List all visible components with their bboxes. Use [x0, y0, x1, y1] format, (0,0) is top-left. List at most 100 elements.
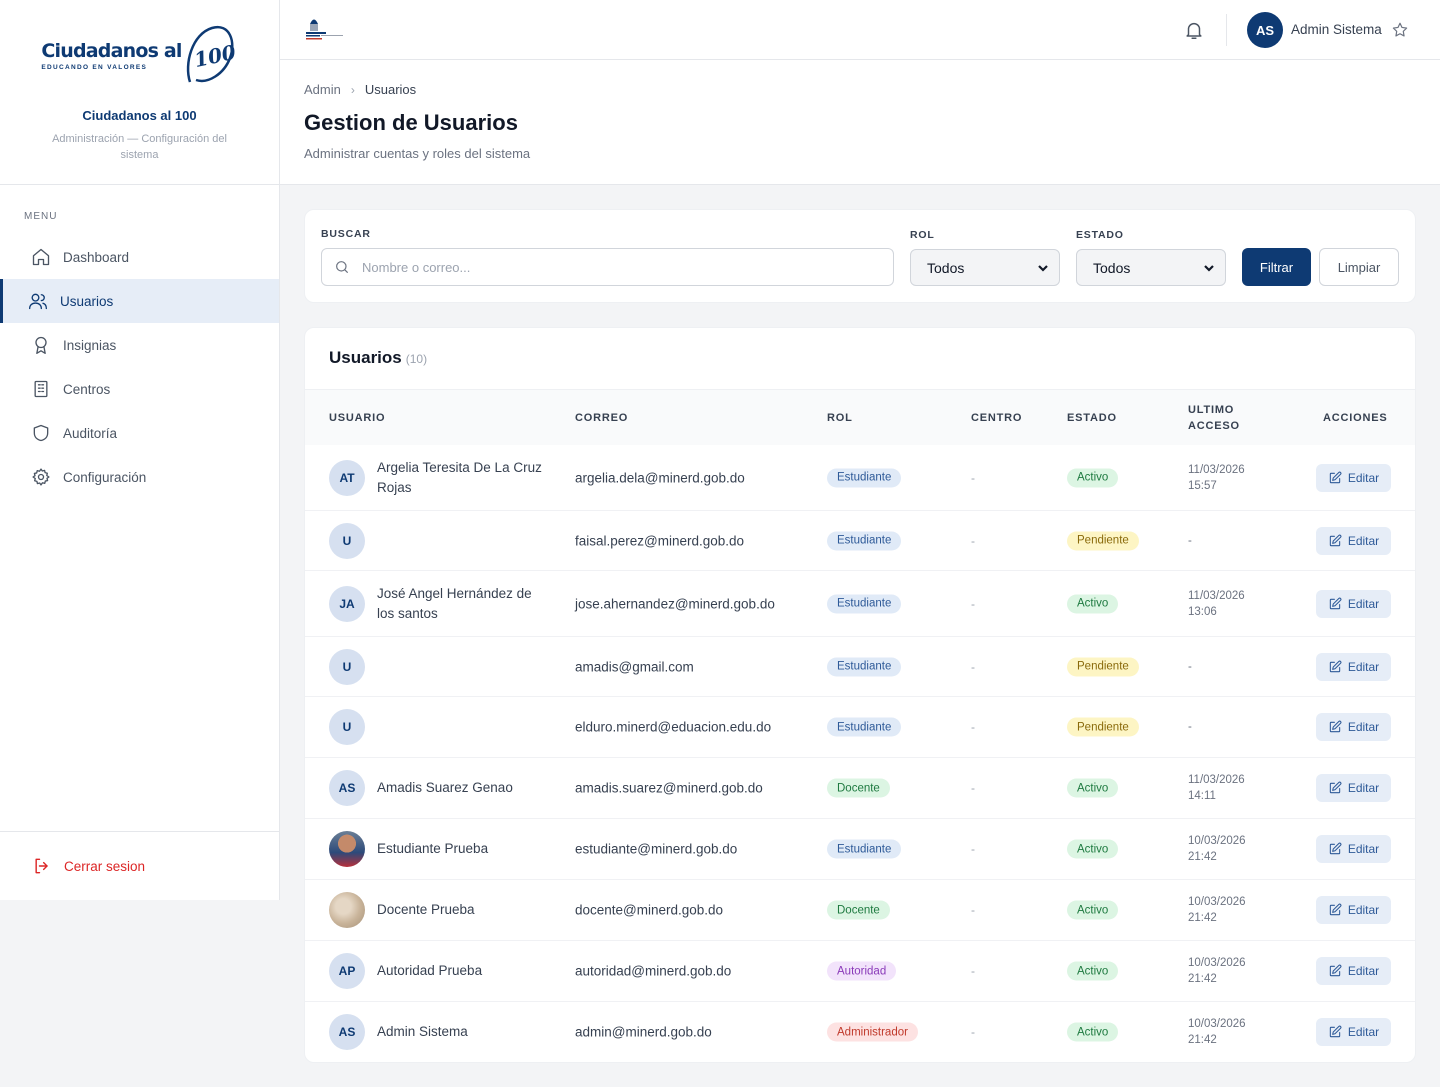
- user-email: faisal.perez@minerd.gob.do: [575, 533, 745, 548]
- user-centro: -: [971, 1025, 975, 1039]
- search-input[interactable]: [362, 259, 862, 275]
- role-badge: Estudiante: [827, 839, 902, 859]
- search-icon: [336, 261, 348, 273]
- table-row: Uelduro.minerd@eduacion.edu.do Estudiante…: [305, 697, 1415, 758]
- edit-icon: [1329, 471, 1342, 483]
- filters-card: BUSCAR ROL Todos ESTADO Todos Filtrar Li…: [304, 209, 1416, 303]
- role-badge: Docente: [827, 778, 890, 798]
- user-avatar-photo: [329, 831, 365, 867]
- logout-icon: [35, 858, 48, 874]
- estado-label: ESTADO: [1076, 229, 1124, 241]
- breadcrumb-admin[interactable]: Admin: [304, 82, 341, 97]
- edit-button[interactable]: Editar: [1316, 835, 1391, 863]
- user-name: Estudiante Prueba: [377, 841, 489, 856]
- edit-button[interactable]: Editar: [1316, 774, 1391, 802]
- user-centro: -: [971, 842, 975, 856]
- filter-button[interactable]: Filtrar: [1242, 248, 1311, 286]
- table-row: Docente Prueba docente@minerd.gob.do Docen…: [305, 880, 1415, 941]
- sidebar-item-centros[interactable]: Centros: [0, 367, 279, 411]
- user-email: docente@minerd.gob.do: [575, 902, 724, 918]
- user-name: Autoridad Prueba: [377, 963, 483, 978]
- search-field[interactable]: [321, 248, 894, 286]
- column-header-rol: ROL: [827, 412, 853, 424]
- sidebar-item-dashboard[interactable]: Dashboard: [0, 235, 279, 279]
- edit-icon: [1329, 1025, 1342, 1038]
- user-avatar[interactable]: AS: [1247, 12, 1283, 48]
- role-badge: Estudiante: [827, 531, 902, 550]
- user-name: José Angel Hernández de los santos: [377, 585, 532, 621]
- user-name: Docente Prueba: [377, 902, 475, 917]
- badge-icon: [35, 336, 47, 354]
- user-avatar-photo: [329, 892, 365, 928]
- ministry-seal-logo: [306, 19, 343, 40]
- edit-button[interactable]: Editar: [1316, 463, 1391, 492]
- user-email: jose.ahernandez@minerd.gob.do: [575, 596, 775, 611]
- logout-button[interactable]: Cerrar sesion: [0, 831, 279, 900]
- edit-button[interactable]: Editar: [1316, 526, 1391, 555]
- logout-label: Cerrar sesion: [64, 858, 146, 874]
- sidebar-item-usuarios[interactable]: Usuarios: [0, 279, 279, 323]
- role-badge: Estudiante: [827, 594, 902, 613]
- menu-title: MENU: [24, 211, 58, 222]
- last-access: 10/03/2026 21:42: [1188, 896, 1246, 924]
- users-count: (10): [405, 352, 428, 366]
- clear-button[interactable]: Limpiar: [1319, 248, 1399, 286]
- edit-label: Editar: [1347, 903, 1380, 917]
- edit-icon: [1329, 597, 1342, 609]
- breadcrumb: Admin › Usuarios: [304, 82, 416, 97]
- rol-label: ROL: [910, 229, 935, 241]
- user-centro: -: [971, 964, 975, 978]
- edit-button[interactable]: Editar: [1316, 713, 1391, 741]
- user-email: argelia.dela@minerd.gob.do: [575, 470, 745, 485]
- topbar-divider: [1226, 14, 1227, 46]
- estado-select-value: Todos: [1093, 259, 1131, 276]
- topbar: AS Admin Sistema: [280, 0, 1440, 60]
- notification-bell-icon[interactable]: [1183, 19, 1205, 41]
- user-avatar: U: [329, 522, 365, 559]
- user-centro: -: [971, 596, 975, 611]
- table-row: AT Argelia Teresita De La Cruz Rojas argel…: [305, 445, 1415, 511]
- user-centro: -: [971, 903, 975, 917]
- sidebar-item-label: Dashboard: [63, 249, 130, 265]
- status-badge: Pendiente: [1067, 657, 1139, 676]
- sidebar-item-configuracion[interactable]: Configuración: [0, 455, 279, 499]
- edit-icon: [1329, 842, 1342, 855]
- user-avatar: AP: [329, 953, 365, 989]
- column-header-ultimo-acceso: ULTIMO ACCESO: [1188, 404, 1240, 432]
- column-header-estado: ESTADO: [1067, 412, 1117, 424]
- status-badge: Activo: [1067, 594, 1119, 613]
- logo-number: 100: [192, 40, 238, 72]
- brand-block: Ciudadanos al EDUCANDO EN VALORES 100 Ci…: [0, 0, 279, 185]
- edit-icon: [1329, 964, 1342, 977]
- edit-icon: [1329, 903, 1342, 916]
- user-centro: -: [971, 720, 975, 734]
- user-name[interactable]: Admin Sistema: [1291, 22, 1382, 37]
- column-header-acciones: ACCIONES: [1323, 412, 1388, 424]
- rol-select[interactable]: Todos: [910, 249, 1060, 286]
- last-access: 11/03/2026 13:06: [1188, 589, 1245, 618]
- edit-label: Editar: [1347, 964, 1380, 978]
- column-header-correo: CORREO: [575, 412, 629, 424]
- search-label: BUSCAR: [321, 228, 371, 240]
- edit-button[interactable]: Editar: [1316, 652, 1391, 681]
- star-icon[interactable]: [1391, 21, 1409, 39]
- user-avatar: AS: [329, 1014, 365, 1050]
- edit-icon: [1329, 720, 1342, 733]
- user-name: Amadis Suarez Genao: [377, 780, 513, 795]
- users-title: Usuarios (10): [329, 348, 427, 368]
- edit-button[interactable]: Editar: [1316, 1018, 1391, 1046]
- user-centro: -: [971, 781, 975, 795]
- edit-icon: [1329, 534, 1342, 546]
- brand-logo[interactable]: Ciudadanos al EDUCANDO EN VALORES 100: [41, 24, 238, 88]
- sidebar-item-auditoria[interactable]: Auditoría: [0, 411, 279, 455]
- column-header-usuario: USUARIO: [329, 412, 386, 424]
- sidebar-item-insignias[interactable]: Insignias: [0, 323, 279, 367]
- estado-select[interactable]: Todos: [1076, 249, 1226, 286]
- edit-button[interactable]: Editar: [1316, 589, 1391, 618]
- edit-button[interactable]: Editar: [1316, 957, 1391, 985]
- role-badge: Administrador: [827, 1022, 918, 1042]
- last-access: 11/03/2026 15:57: [1188, 463, 1245, 492]
- logo-word: Ciudadanos al: [41, 39, 182, 62]
- user-avatar: U: [329, 709, 365, 745]
- edit-button[interactable]: Editar: [1316, 896, 1391, 924]
